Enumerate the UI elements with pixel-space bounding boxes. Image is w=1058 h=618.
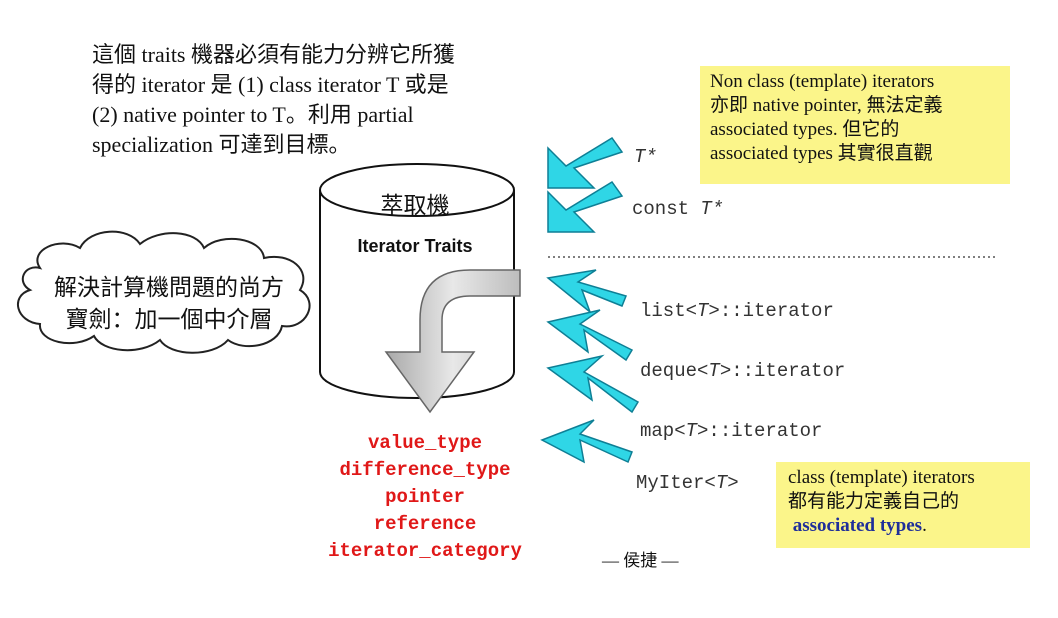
trait-output: iterator_category	[328, 540, 522, 562]
drum-title: 萃取機	[380, 192, 450, 218]
arrow-icon	[540, 419, 633, 464]
const-type-param: T*	[700, 198, 724, 220]
iterator-suffix: >	[727, 472, 739, 494]
arrows-group	[540, 136, 640, 464]
iterator-param: T	[715, 472, 728, 494]
iterator-prefix: deque<	[640, 360, 709, 382]
iterator-label: map<T>::iterator	[640, 420, 822, 442]
cloud-line: 解決計算機問題的尚方	[54, 275, 284, 300]
arrow-icon	[547, 180, 624, 233]
author-credit: — 侯捷 —	[602, 551, 679, 570]
trait-output: value_type	[367, 432, 483, 454]
const-pointer-label: const T*	[632, 198, 723, 220]
iterator-param: T	[685, 420, 698, 442]
iterator-param: T	[708, 360, 720, 382]
iterator-prefix: map<	[640, 420, 686, 442]
iterator-suffix: >::iterator	[719, 360, 846, 382]
trait-output-list: value_type difference_type pointer refer…	[305, 430, 545, 565]
trait-output: reference	[373, 513, 477, 535]
arrow-icon	[547, 136, 624, 189]
cloud-line: 寶劍：加一個中介層	[65, 307, 273, 332]
trait-output: difference_type	[339, 459, 511, 481]
iterator-prefix: list<	[640, 300, 698, 322]
iterator-label: deque<T>::iterator	[640, 360, 845, 382]
cloud-caption: 解決計算機問題的尚方 寶劍：加一個中介層	[24, 272, 314, 336]
arrow-icon	[546, 354, 640, 414]
const-keyword: const	[632, 198, 701, 220]
iterator-param: T	[697, 300, 709, 322]
drum-subtitle: Iterator Traits	[357, 236, 473, 256]
iterator-suffix: >::iterator	[708, 300, 834, 322]
iterator-label: list<T>::iterator	[640, 300, 834, 322]
native-pointer-label: T*	[634, 146, 657, 168]
trait-output: pointer	[385, 486, 465, 508]
arrow-icon	[546, 309, 634, 362]
iterator-suffix: >::iterator	[697, 420, 823, 442]
iterator-prefix: MyIter<	[636, 472, 716, 494]
arrow-icon	[546, 269, 628, 315]
iterator-label: MyIter<T>	[636, 472, 739, 494]
